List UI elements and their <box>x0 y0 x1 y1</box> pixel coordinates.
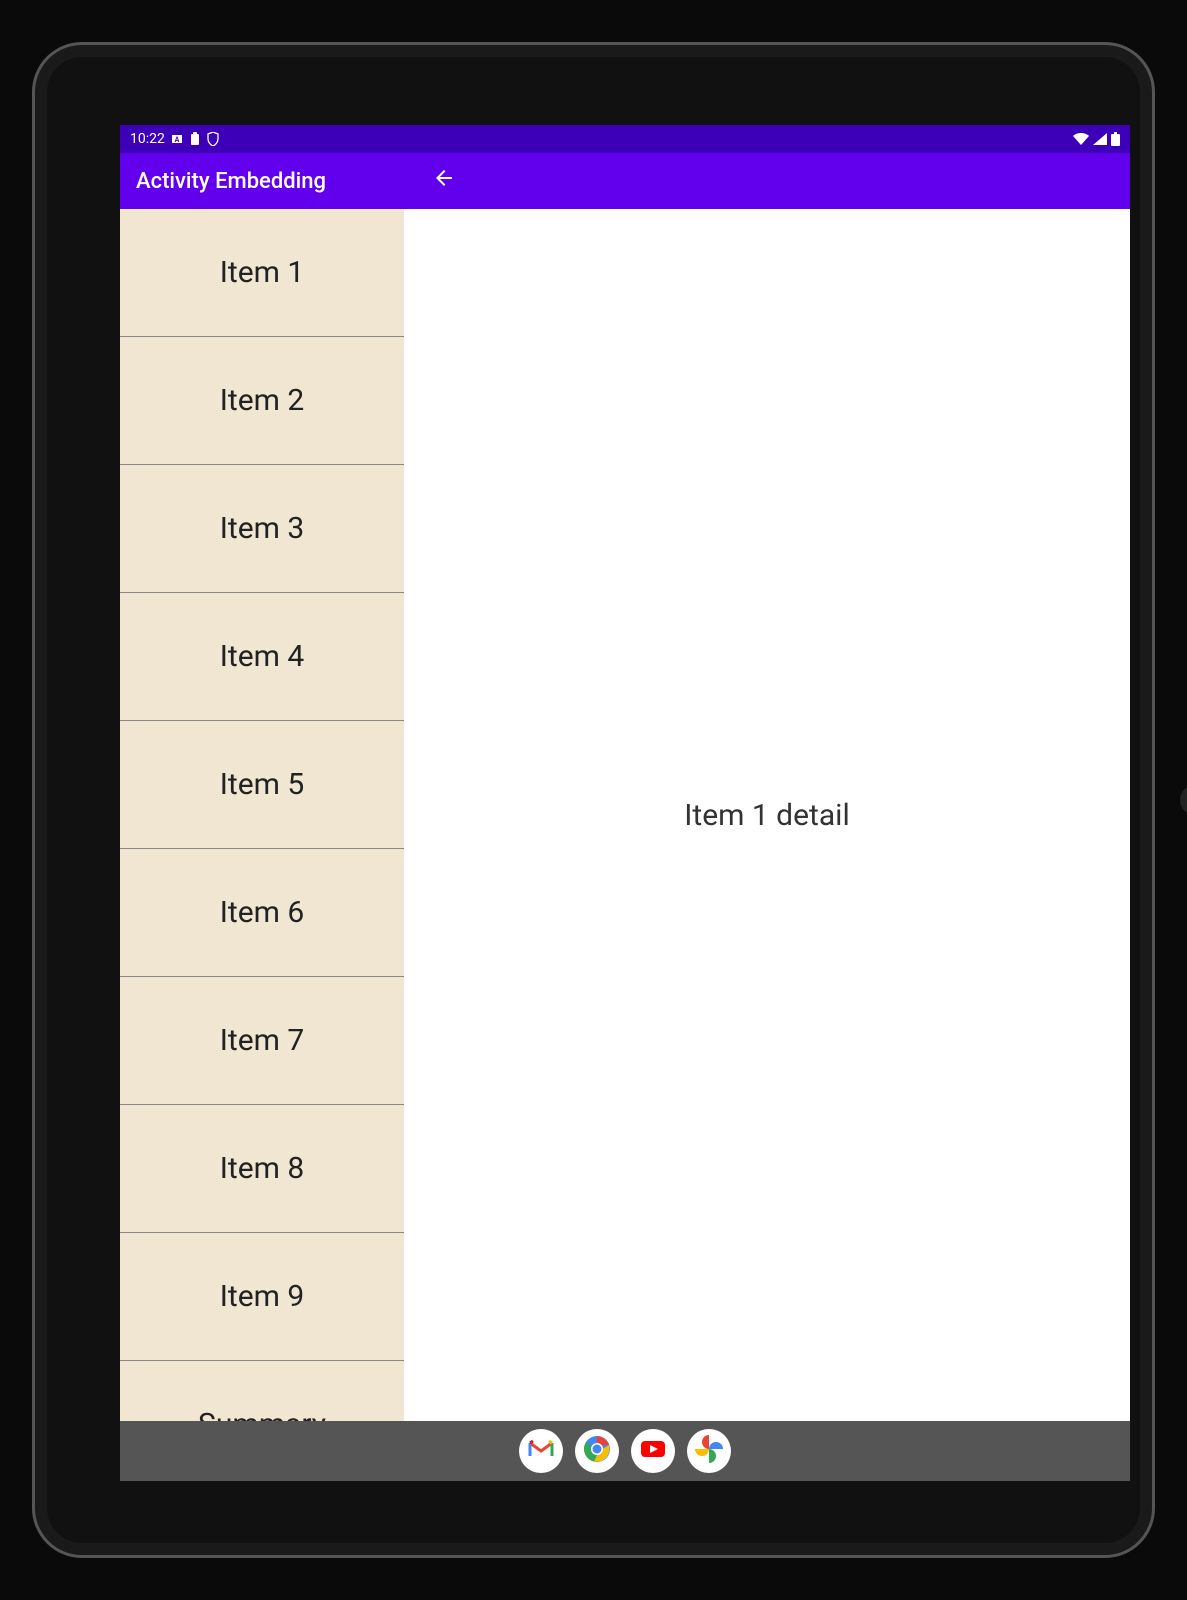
app-bar: Activity Embedding <box>120 153 1130 209</box>
list-item-label: Item 5 <box>220 767 305 802</box>
status-time: 10:22 <box>130 131 165 147</box>
gmail-icon <box>527 1435 555 1467</box>
tablet-bezel: 10:22 A <box>32 42 1155 1558</box>
list-pane[interactable]: Item 1 Item 2 Item 3 Item 4 Item 5 Item … <box>120 209 404 1421</box>
chrome-app[interactable] <box>575 1429 619 1473</box>
photos-app[interactable] <box>687 1429 731 1473</box>
list-item-label: Item 8 <box>220 1151 305 1186</box>
list-item-label: Summary <box>198 1407 326 1421</box>
detail-pane: Item 1 detail <box>404 209 1130 1421</box>
keyboard-icon: A <box>171 133 183 145</box>
navigation-bar <box>120 1421 1130 1481</box>
list-item-label: Item 3 <box>220 511 305 546</box>
list-item[interactable]: Item 2 <box>120 337 404 465</box>
svg-text:A: A <box>175 136 180 144</box>
list-item[interactable]: Item 6 <box>120 849 404 977</box>
list-item[interactable]: Item 3 <box>120 465 404 593</box>
arrow-back-icon <box>432 166 456 196</box>
list-item[interactable]: Item 8 <box>120 1105 404 1233</box>
list-item[interactable]: Item 9 <box>120 1233 404 1361</box>
battery-icon <box>1111 132 1120 146</box>
list-item-label: Item 9 <box>220 1279 305 1314</box>
list-item-label: Item 2 <box>220 383 305 418</box>
chrome-icon <box>582 1434 612 1468</box>
list-item-label: Item 4 <box>220 639 305 674</box>
youtube-app[interactable] <box>631 1429 675 1473</box>
back-button[interactable] <box>420 153 468 209</box>
wifi-icon <box>1073 133 1089 145</box>
list-item[interactable]: Summary <box>120 1361 404 1421</box>
list-item[interactable]: Item 1 <box>120 209 404 337</box>
list-item[interactable]: Item 4 <box>120 593 404 721</box>
screen: 10:22 A <box>120 125 1130 1481</box>
clipboard-icon <box>189 132 201 146</box>
list-item[interactable]: Item 7 <box>120 977 404 1105</box>
content-split: Item 1 Item 2 Item 3 Item 4 Item 5 Item … <box>120 209 1130 1421</box>
signal-icon <box>1093 133 1107 145</box>
detail-text: Item 1 detail <box>684 798 849 833</box>
list-item-label: Item 6 <box>220 895 305 930</box>
shield-icon <box>207 132 219 146</box>
list-item[interactable]: Item 5 <box>120 721 404 849</box>
tablet-camera <box>1180 785 1187 815</box>
photos-icon <box>694 1434 724 1468</box>
gmail-app[interactable] <box>519 1429 563 1473</box>
tablet-frame: 10:22 A <box>0 0 1187 1600</box>
status-bar: 10:22 A <box>120 125 1130 153</box>
app-title: Activity Embedding <box>136 169 326 194</box>
list-item-label: Item 1 <box>220 255 305 290</box>
list-item-label: Item 7 <box>220 1023 305 1058</box>
youtube-icon <box>638 1434 668 1468</box>
